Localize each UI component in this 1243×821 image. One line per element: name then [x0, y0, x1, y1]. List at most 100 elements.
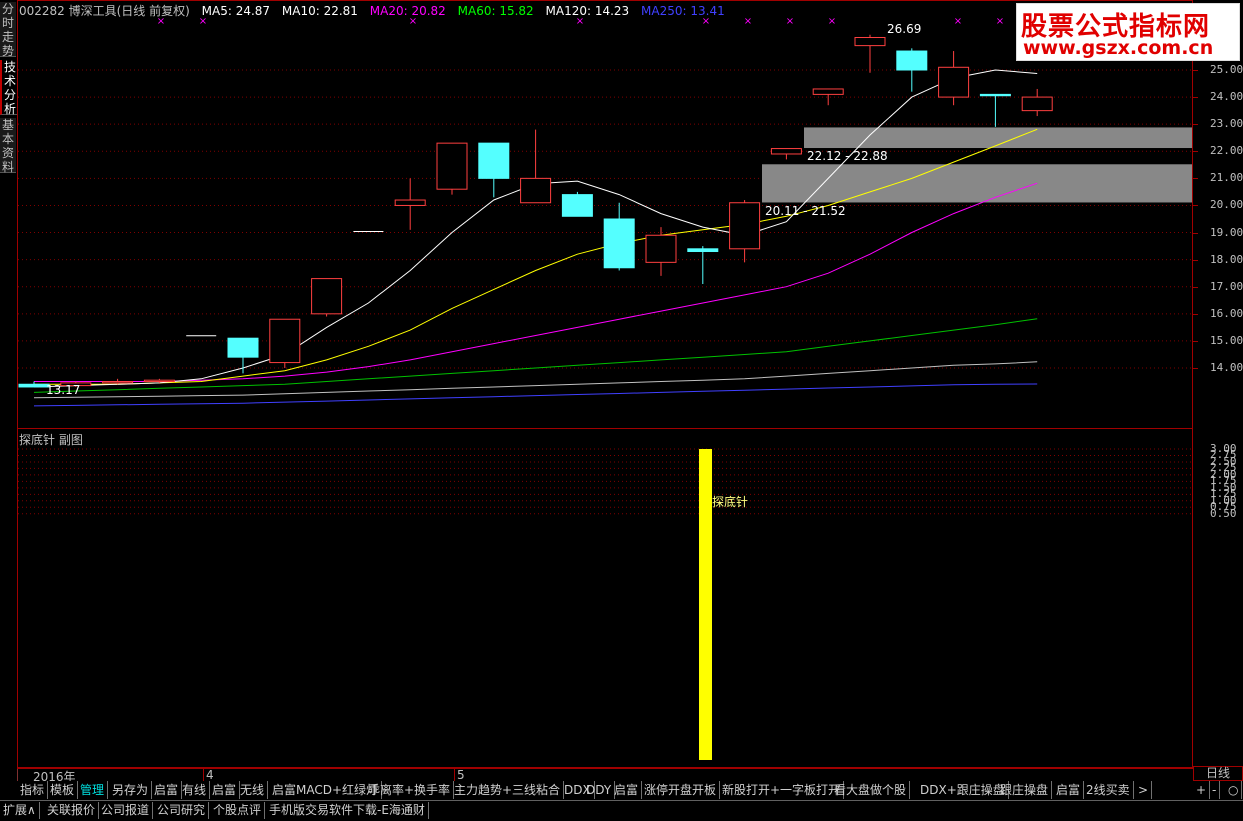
- top-marker: ×: [996, 16, 1004, 27]
- stock-chart-app: 分时走势 技术分析 基本资料 002282 博深工具(日线 前复权) MA5: …: [0, 0, 1243, 821]
- lower-zone-band: [762, 164, 1192, 203]
- price-axis-tick: [1193, 232, 1198, 234]
- candle-body: [18, 383, 50, 388]
- chart-canvas[interactable]: × × × × × × × × × ×: [0, 0, 1243, 780]
- candle-body: [394, 199, 426, 206]
- top-marker: ×: [576, 16, 584, 27]
- price-axis-tick: [1193, 286, 1198, 288]
- upper-zone-annotation: 22.12 - 22.88: [807, 149, 888, 163]
- status-bar-item[interactable]: 公司报道: [98, 802, 154, 819]
- toolbar-button[interactable]: 另存为: [109, 781, 153, 799]
- signal-bar: [699, 449, 712, 760]
- candle-body: [102, 381, 134, 384]
- toolbar-button[interactable]: >: [1135, 781, 1153, 799]
- price-axis-label: 18.00: [1210, 252, 1243, 266]
- candle-body: [854, 36, 886, 47]
- candle-body: [1021, 96, 1053, 112]
- toolbar-button[interactable]: DDX+跟庄操盘: [917, 781, 1009, 799]
- top-marker: ×: [157, 16, 165, 27]
- candle-body: [645, 234, 677, 263]
- toolbar-zoom-button[interactable]: ○: [1225, 781, 1243, 799]
- ma5-line: [33, 69, 1038, 388]
- date-axis: 2016年 4 5: [17, 768, 1193, 784]
- candle-body: [478, 142, 510, 179]
- candle-body: [770, 148, 802, 155]
- candle-body: [896, 50, 928, 71]
- status-bar-item[interactable]: 扩展∧: [0, 802, 40, 819]
- price-axis-tick: [1193, 368, 1198, 369]
- top-marker: ×: [409, 16, 417, 27]
- toolbar-button[interactable]: 启富: [1053, 781, 1085, 799]
- price-axis-label: 22.00: [1210, 144, 1243, 158]
- candle-body: [561, 194, 593, 217]
- lower-zone-annotation: 20.11 - 21.52: [765, 204, 846, 218]
- candle-body: [979, 93, 1011, 97]
- price-axis-label: 20.00: [1210, 198, 1243, 212]
- toolbar-zoom-button[interactable]: +: [1193, 781, 1211, 799]
- price-axis-tick: [1193, 340, 1198, 342]
- toolbar-button[interactable]: 乖离率+换手率: [365, 781, 455, 799]
- watermark-logo: 股票公式指标网 www.gszx.com.cn: [1016, 3, 1240, 61]
- signal-label: 探底针: [712, 495, 749, 509]
- toolbar-button[interactable]: 管理: [77, 781, 109, 799]
- price-axis-label: 16.00: [1210, 306, 1243, 320]
- price-axis-tick: [1193, 313, 1198, 315]
- candle-body: [143, 379, 175, 383]
- toolbar-button[interactable]: 启富: [209, 781, 241, 799]
- candle-body: [729, 202, 761, 250]
- price-axis-label: 23.00: [1210, 117, 1243, 131]
- indicator-toolbar: 指标 模板 管理 另存为 启富 有线 启富 无线 启富MACD+红绿灯 乖离率+换手率 主力趋势+三…: [17, 781, 1243, 800]
- toolbar-zoom-button[interactable]: -: [1209, 781, 1221, 799]
- toolbar-button[interactable]: 启富: [611, 781, 643, 799]
- toolbar-button[interactable]: 指标: [17, 781, 49, 799]
- price-axis-label: 25.00: [1210, 63, 1243, 76]
- price-axis-label: 24.00: [1210, 90, 1243, 104]
- price-axis-tick: [1193, 205, 1198, 207]
- price-axis-tick: [1193, 259, 1198, 261]
- candle-body: [311, 278, 343, 315]
- toolbar-button[interactable]: 看大盘做个股: [831, 781, 911, 799]
- toolbar-button[interactable]: 涨停开盘开板: [641, 781, 721, 799]
- status-bar-item[interactable]: 公司研究: [154, 802, 210, 819]
- low-price-annotation: 13.17: [46, 383, 81, 397]
- candle-body: [938, 66, 970, 98]
- candle-body: [687, 248, 719, 253]
- toolbar-button[interactable]: 新股打开+一字板打开: [719, 781, 845, 799]
- toolbar-button[interactable]: 启富: [151, 781, 183, 799]
- ma60-line: [33, 318, 1038, 393]
- status-bar-item[interactable]: 手机版交易软件下载-E海通财: [266, 802, 429, 819]
- status-bar-item[interactable]: 关联报价: [44, 802, 100, 819]
- status-bar-item[interactable]: 个股点评: [210, 802, 266, 819]
- candle-body: [603, 218, 635, 269]
- price-axis-label: 15.00: [1210, 333, 1243, 347]
- watermark-url: www.gszx.com.cn: [1023, 37, 1214, 59]
- candle-body: [520, 177, 552, 204]
- price-axis-tick: [1193, 151, 1198, 153]
- indicator-axis-label: 0.50: [1210, 506, 1237, 520]
- candle-body: [269, 318, 301, 364]
- date-month-5: 5: [454, 768, 465, 782]
- price-axis-tick: [1193, 178, 1198, 180]
- price-axis-label: 21.00: [1210, 171, 1243, 185]
- price-axis-tick: [1193, 97, 1198, 99]
- status-bar: 扩展∧ 关联报价 公司报道 公司研究 个股点评 手机版交易软件下载-E海通财: [0, 800, 1243, 821]
- top-marker: ×: [786, 16, 794, 27]
- price-axis-label: 14.00: [1210, 361, 1243, 374]
- toolbar-button[interactable]: 跟庄操盘: [997, 781, 1053, 799]
- period-selector[interactable]: 日线: [1193, 766, 1243, 781]
- price-axis-label: 17.00: [1210, 279, 1243, 293]
- toolbar-button[interactable]: 有线: [179, 781, 211, 799]
- candle-body: [227, 337, 259, 358]
- toolbar-button[interactable]: 模板: [47, 781, 79, 799]
- ma120-line: [33, 361, 1038, 399]
- candle-body: [812, 88, 844, 95]
- high-price-annotation: 26.69: [887, 22, 922, 36]
- toolbar-button[interactable]: 主力趋势+三线粘合: [451, 781, 565, 799]
- ma20-line: [34, 182, 1038, 382]
- toolbar-button[interactable]: 无线: [237, 781, 269, 799]
- top-marker: ×: [702, 16, 710, 27]
- toolbar-button[interactable]: 2线买卖: [1083, 781, 1134, 799]
- price-axis-tick: [1193, 124, 1198, 126]
- top-marker: ×: [744, 16, 752, 27]
- top-marker: ×: [199, 16, 207, 27]
